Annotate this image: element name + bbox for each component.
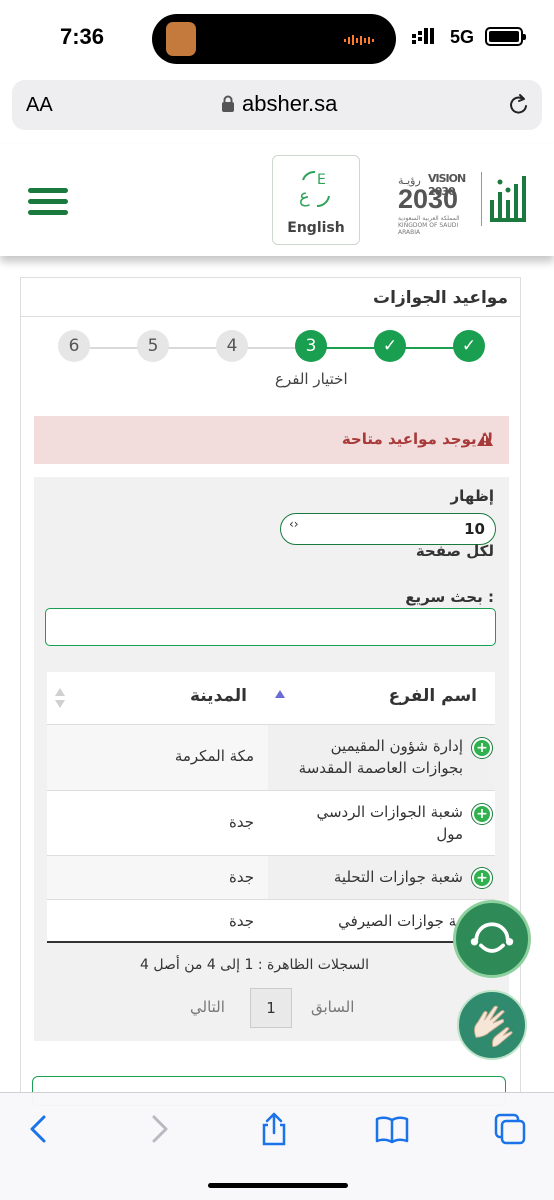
address-bar[interactable]: AA absher.sa xyxy=(12,80,542,130)
city-cell: جدة xyxy=(47,900,268,942)
column-header-branch[interactable]: اسم الفرع xyxy=(389,686,477,706)
vision-2030-mark: 2030 xyxy=(398,184,459,214)
step-3: 3 xyxy=(295,330,327,362)
sort-asc-icon[interactable] xyxy=(275,690,285,698)
share-icon[interactable] xyxy=(256,1111,292,1147)
back-icon[interactable] xyxy=(22,1111,58,1147)
stepper-line-pending xyxy=(74,347,300,349)
warning-icon xyxy=(477,432,493,446)
city-cell: جدة xyxy=(47,856,268,899)
city-cell: مكة المكرمة xyxy=(47,725,268,790)
url-text[interactable]: absher.sa xyxy=(242,91,337,117)
pagination-page-1[interactable]: 1 xyxy=(250,988,292,1028)
per-page-suffix: لكل صفحة xyxy=(415,542,494,560)
branch-cell: شعبة الجوازات الردسي مول xyxy=(268,791,495,855)
audio-wave-icon xyxy=(344,35,374,45)
step-4: 4 xyxy=(216,330,248,362)
expand-plus-icon[interactable]: + xyxy=(472,868,492,888)
home-indicator xyxy=(208,1183,348,1188)
city-name: جدة xyxy=(228,813,254,831)
active-step-label: اختيار الفرع xyxy=(275,370,348,388)
no-appointments-alert: لا يوجد مواعيد متاحة xyxy=(34,416,509,464)
lock-icon xyxy=(222,95,234,112)
network-type: 5G xyxy=(450,27,475,47)
branch-name: شعبة جوازات التحلية xyxy=(333,868,463,886)
chat-bot-icon xyxy=(470,922,514,953)
show-entries-label: إظهار xyxy=(450,487,494,505)
expand-plus-icon[interactable]: + xyxy=(472,738,492,758)
branch-cell: إدارة شؤون المقيمين بجوازات العاصمة المق… xyxy=(268,725,495,790)
table-row[interactable]: إدارة شؤون المقيمين بجوازات العاصمة المق… xyxy=(47,724,495,790)
step-2-checkmark-icon: ✓ xyxy=(374,330,406,362)
reload-icon[interactable] xyxy=(508,93,530,117)
step-5: 5 xyxy=(137,330,169,362)
text-size-button[interactable]: AA xyxy=(26,94,53,117)
tabs-icon[interactable] xyxy=(492,1111,528,1147)
table-bottom-border xyxy=(47,941,495,943)
entries-per-page-select[interactable]: ‹› 10 xyxy=(280,513,496,545)
select-arrows-icon: ‹› xyxy=(289,517,299,531)
branch-name: إدارة شؤون المقيمين بجوازات العاصمة المق… xyxy=(298,737,463,777)
table-row[interactable]: شعبة جوازات التحلية جدة + xyxy=(47,855,495,899)
sign-language-button[interactable] xyxy=(457,990,527,1060)
city-cell: جدة xyxy=(47,791,268,855)
column-header-city[interactable]: المدينة xyxy=(190,686,247,706)
status-bar: 7:36 5G xyxy=(0,0,554,74)
dynamic-island xyxy=(152,14,396,64)
site-header: E ع English رؤيـة VISION 2030 2030 الممل… xyxy=(0,144,554,256)
expand-plus-icon[interactable]: + xyxy=(472,804,492,824)
forward-icon[interactable] xyxy=(140,1111,176,1147)
table-row[interactable]: شعبة جوازات الصيرفي جدة xyxy=(47,899,495,942)
page-title: مواعيد الجوازات xyxy=(373,288,508,308)
progress-stepper: 6 5 4 3 ✓ ✓ xyxy=(38,330,498,390)
logo-divider xyxy=(481,172,482,226)
pagination-next[interactable]: التالي xyxy=(190,998,225,1016)
hamburger-menu-icon[interactable] xyxy=(28,188,68,218)
quick-search-input[interactable] xyxy=(45,608,496,646)
language-button[interactable]: E ع English xyxy=(272,155,360,245)
records-info: السجلات الظاهرة : 1 إلى 4 من أصل 4 xyxy=(140,957,370,973)
step-1-checkmark-icon: ✓ xyxy=(453,330,485,362)
table-header: اسم الفرع المدينة xyxy=(47,672,495,724)
alert-text: لا يوجد مواعيد متاحة xyxy=(341,430,493,448)
bookmarks-icon[interactable] xyxy=(374,1111,410,1147)
battery-icon xyxy=(485,27,526,46)
city-name: جدة xyxy=(228,868,254,886)
chat-bot-button[interactable] xyxy=(453,900,531,978)
quick-search-label: بحث سريع : xyxy=(405,588,494,606)
language-icon: E ع xyxy=(299,171,330,208)
table-row[interactable]: شعبة الجوازات الردسي مول جدة + xyxy=(47,790,495,855)
pagination-previous[interactable]: السابق xyxy=(311,998,354,1016)
svg-text:E: E xyxy=(317,172,326,188)
vision-2030-logo: رؤيـة VISION 2030 2030 المملكة العربية ا… xyxy=(398,168,474,236)
status-time: 7:36 xyxy=(60,24,105,49)
vision-sub-text: المملكة العربية السعودية KINGDOM OF SAUD… xyxy=(398,215,460,236)
branch-name: شعبة الجوازات الردسي مول xyxy=(316,803,463,843)
title-divider xyxy=(21,316,520,317)
city-name: مكة المكرمة xyxy=(174,747,254,765)
step-6: 6 xyxy=(58,330,90,362)
entries-per-page-value: 10 xyxy=(464,520,485,538)
city-name: جدة xyxy=(228,912,254,930)
branch-cell: شعبة جوازات التحلية xyxy=(268,856,495,899)
svg-text:ع: ع xyxy=(299,186,310,207)
sign-language-icon xyxy=(473,1005,513,1048)
language-label: English xyxy=(287,220,345,236)
now-playing-artwork xyxy=(166,22,196,56)
signal-icon xyxy=(412,28,434,44)
branches-table: اسم الفرع المدينة إدارة شؤون المقيمين بج… xyxy=(47,672,495,942)
sort-both-icon[interactable] xyxy=(55,688,65,708)
absher-logo xyxy=(490,176,526,222)
